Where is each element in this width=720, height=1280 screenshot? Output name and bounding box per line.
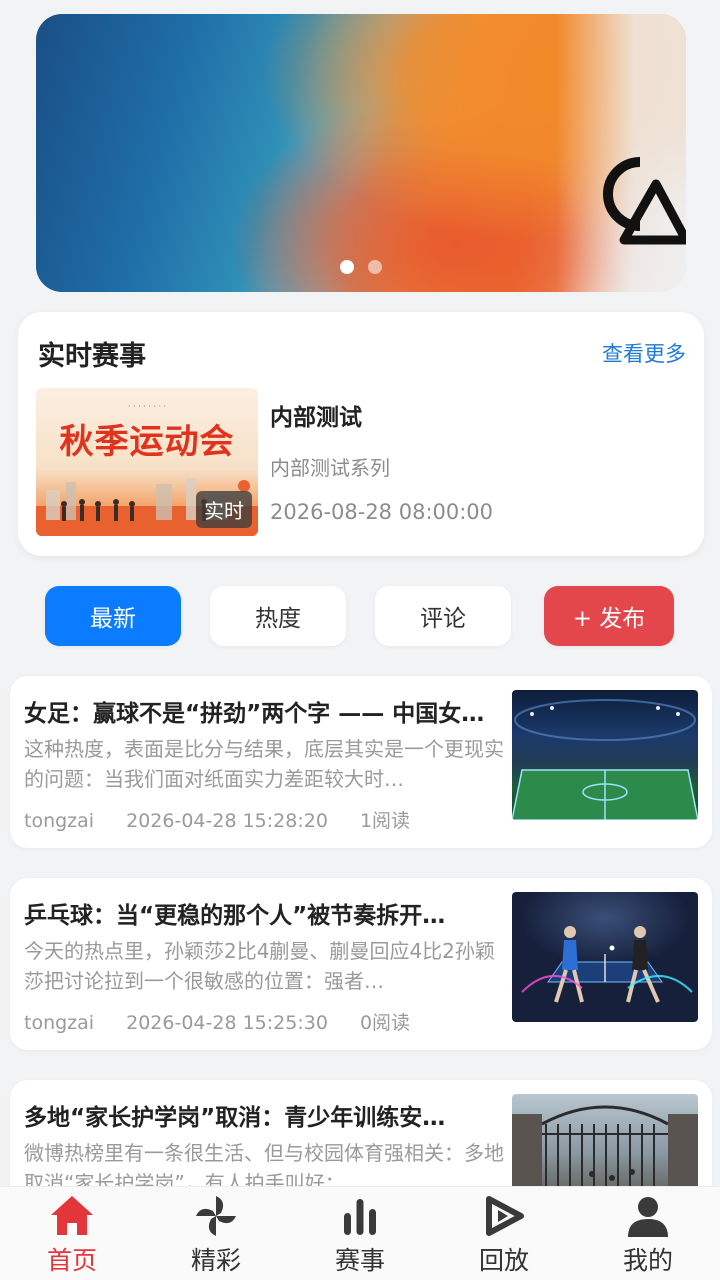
news-title: 乒乓球：当“更稳的那个人”被节奏拆开… — [24, 903, 446, 929]
news-image — [512, 892, 698, 1022]
carousel-dot[interactable] — [340, 260, 354, 274]
news-image — [512, 690, 698, 820]
news-reads: 0阅读 — [359, 1012, 411, 1034]
match-name[interactable]: 内部测试 — [270, 398, 362, 432]
news-meta: tongzai 2026-04-28 15:25:30 0阅读 — [24, 1008, 436, 1035]
nav-label: 我的 — [622, 1246, 673, 1275]
nav-label: 精彩 — [190, 1246, 241, 1275]
news-reads: 1阅读 — [359, 810, 411, 832]
live-matches-card: 实时赛事 查看更多 · · · · · · · · 秋季运动会 实时 内部测试 … — [18, 312, 704, 556]
news-time: 2026-04-28 15:25:30 — [126, 1012, 328, 1034]
news-time: 2026-04-28 15:28:20 — [126, 810, 328, 832]
bottom-nav: 首页 精彩 赛事 回放 我的 — [0, 1186, 720, 1280]
nav-profile[interactable]: 我的 — [576, 1187, 720, 1280]
news-summary: 今天的热点里，孙颖莎2比4蒯曼、蒯曼回应4比2孙颖莎把讨论拉到一个很敏感的位置：… — [24, 939, 495, 993]
news-author: tongzai — [24, 810, 95, 832]
bar-chart-icon — [344, 1199, 376, 1235]
filter-hot-button[interactable]: 热度 — [210, 586, 346, 646]
publish-button[interactable]: + 发布 — [544, 586, 674, 646]
section-title: 实时赛事 — [38, 341, 146, 372]
nav-label: 首页 — [46, 1246, 97, 1275]
match-thumbnail[interactable]: · · · · · · · · 秋季运动会 实时 — [36, 388, 258, 536]
thumb-title: 秋季运动会 — [59, 422, 235, 462]
news-title: 女足：赢球不是“拼劲”两个字 —— 中国女足… — [24, 701, 504, 727]
banner-carousel[interactable] — [36, 14, 686, 292]
carousel-dot[interactable] — [368, 260, 382, 274]
nav-label: 赛事 — [334, 1246, 385, 1275]
nav-playback[interactable]: 回放 — [432, 1187, 576, 1280]
table-tennis-graphic — [521, 926, 693, 1003]
stadium-graphic — [512, 699, 698, 820]
filter-comment-button[interactable]: 评论 — [375, 586, 511, 646]
home-icon — [51, 1196, 93, 1235]
nav-home[interactable]: 首页 — [0, 1187, 144, 1280]
brand-logo — [603, 157, 686, 245]
news-meta: tongzai 2026-04-28 15:28:20 1阅读 — [24, 806, 436, 833]
filter-bar: 最新 热度 评论 + 发布 — [0, 586, 720, 646]
news-summary: 这种热度，表面是比分与结果，底层其实是一个更现实的问题：当我们面对纸面实力差距较… — [24, 737, 504, 791]
playback-icon — [486, 1196, 524, 1236]
news-card[interactable]: 乒乓球：当“更稳的那个人”被节奏拆开… 今天的热点里，孙颖莎2比4蒯曼、蒯曼回应… — [10, 878, 712, 1050]
news-card[interactable]: 女足：赢球不是“拼劲”两个字 —— 中国女足… 这种热度，表面是比分与结果，底层… — [10, 676, 712, 848]
live-badge: 实时 — [196, 491, 252, 528]
nav-highlights[interactable]: 精彩 — [144, 1187, 288, 1280]
news-author: tongzai — [24, 1012, 95, 1034]
carousel-dots — [36, 260, 686, 274]
thumb-decoration: · · · · · · · · — [127, 402, 167, 411]
news-title: 多地“家长护学岗”取消：青少年训练安… — [24, 1105, 446, 1131]
match-series: 内部测试系列 — [270, 456, 390, 480]
filter-latest-button[interactable]: 最新 — [45, 586, 181, 646]
match-time: 2026-08-28 08:00:00 — [270, 500, 494, 524]
pinwheel-icon — [196, 1196, 236, 1236]
user-icon — [628, 1197, 668, 1237]
see-more-link[interactable]: 查看更多 — [602, 338, 686, 368]
nav-label: 回放 — [478, 1246, 529, 1275]
nav-matches[interactable]: 赛事 — [288, 1187, 432, 1280]
